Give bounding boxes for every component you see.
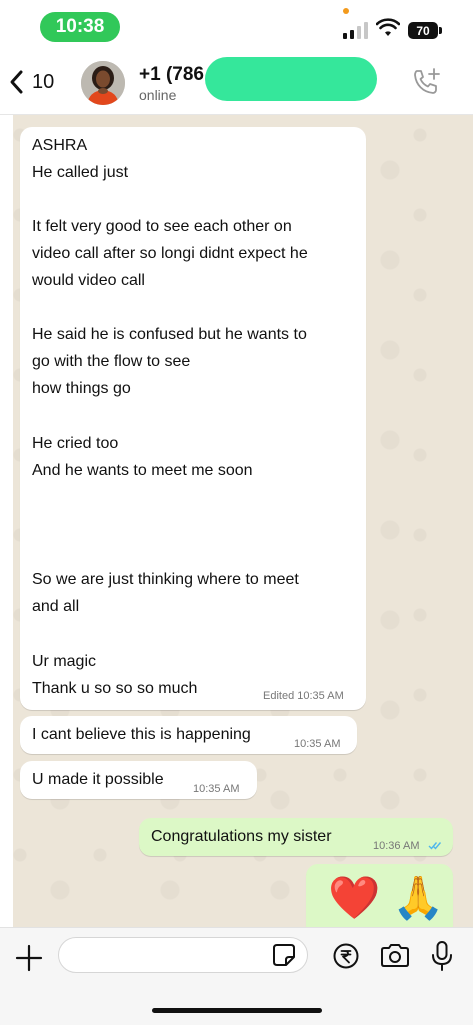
message-line: He said he is confused but he wants to: [32, 326, 307, 343]
home-indicator: [152, 1008, 322, 1013]
message-time: 10:35 AM: [193, 783, 240, 795]
message-time: 10:35 AM: [297, 690, 344, 702]
message-bubble-incoming[interactable]: I cant believe this is happening 10:35 A…: [20, 716, 357, 754]
message-text: U made it possible: [32, 771, 164, 788]
message-line: how things go: [32, 380, 131, 397]
camera-icon[interactable]: [380, 944, 410, 968]
chat-header: 10 +1 (786 online: [0, 52, 473, 115]
sticker-icon[interactable]: [272, 943, 296, 967]
wifi-icon: [376, 18, 400, 36]
signal-icon: [343, 22, 368, 39]
message-meta: Edited 10:35 AM: [263, 690, 344, 702]
message-line: and all: [32, 598, 80, 615]
message-input[interactable]: [58, 937, 308, 973]
message-bubble-incoming[interactable]: ASHRA He called just It felt very good t…: [20, 127, 366, 710]
message-line: ASHRA: [32, 137, 88, 154]
avatar-photo: [81, 61, 125, 105]
rupee-icon[interactable]: [333, 943, 359, 969]
edited-label: Edited: [263, 690, 295, 702]
read-receipt-icon: [428, 842, 442, 850]
message-line: Thank u so so so much: [32, 680, 198, 697]
back-chevron-icon: [10, 70, 23, 94]
contact-status: online: [139, 87, 177, 103]
plus-icon[interactable]: [15, 944, 43, 972]
message-bubble-outgoing[interactable]: Congratulations my sister 10:36 AM: [139, 818, 453, 856]
add-call-icon[interactable]: [410, 66, 442, 98]
privacy-indicator-dot: [343, 8, 349, 14]
message-line: go with the flow to see: [32, 353, 191, 370]
message-line: And he wants to meet me soon: [32, 462, 253, 479]
message-line: He cried too: [32, 435, 119, 452]
redaction-overlay: [205, 57, 377, 101]
unread-count: 10: [32, 70, 55, 93]
back-button[interactable]: 10: [8, 64, 54, 100]
microphone-icon[interactable]: [430, 941, 454, 971]
message-line: would video call: [32, 272, 145, 289]
emoji-message: ❤️ 🙏: [328, 874, 445, 921]
message-line: Ur magic: [32, 653, 97, 670]
status-time: 10:38: [40, 12, 120, 42]
battery-icon: 70: [408, 22, 438, 39]
message-text: I cant believe this is happening: [32, 726, 251, 743]
message-time: 10:36 AM: [373, 840, 420, 852]
battery-cap: [439, 27, 442, 34]
message-bubble-incoming[interactable]: U made it possible 10:35 AM: [20, 761, 257, 799]
message-line: He called just: [32, 164, 129, 181]
avatar[interactable]: [81, 61, 125, 105]
left-edge-strip: [0, 115, 13, 927]
chat-area[interactable]: ASHRA He called just It felt very good t…: [0, 115, 473, 927]
message-bubble-outgoing[interactable]: ❤️ 🙏: [306, 864, 453, 927]
message-line: It felt very good to see each other on: [32, 218, 292, 235]
message-line: So we are just thinking where to meet: [32, 571, 299, 588]
message-text: Congratulations my sister: [151, 828, 332, 845]
message-line: video call after so longi didnt expect h…: [32, 245, 308, 262]
contact-name[interactable]: +1 (786: [139, 64, 204, 86]
status-bar: 10:38 70: [0, 0, 473, 52]
message-time: 10:35 AM: [294, 738, 341, 750]
